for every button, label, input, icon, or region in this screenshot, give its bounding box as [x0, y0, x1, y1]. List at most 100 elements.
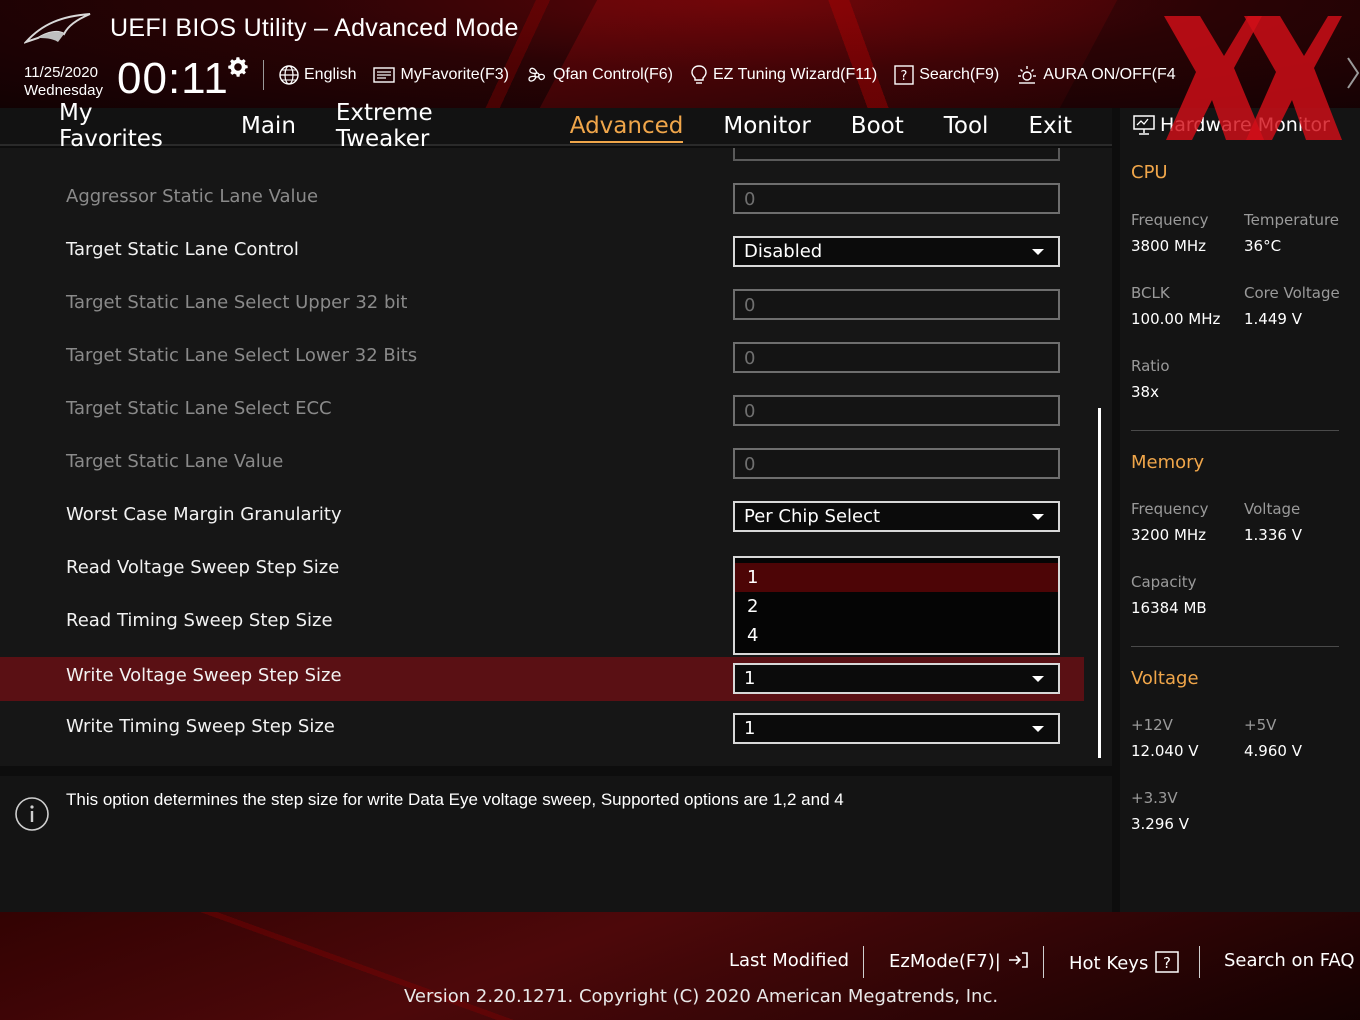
help-box-icon: ? [894, 65, 914, 85]
write-voltage-sweep-step-size-select[interactable]: 1 [733, 663, 1060, 694]
ezmode-label: EzMode(F7)| [889, 951, 1001, 972]
setting-row-target-static-lane-select-upper: Target Static Lane Select Upper 32 bit 0 [0, 281, 1084, 325]
footer-divider [1043, 946, 1044, 978]
section-divider [1131, 430, 1339, 431]
version-copyright: Version 2.20.1271. Copyright (C) 2020 Am… [404, 986, 999, 1007]
memory-frequency-label: Frequency [1131, 500, 1209, 518]
cpu-frequency-value: 3800 MHz [1131, 237, 1207, 255]
setting-label: Target Static Lane Value [66, 451, 284, 472]
aura-toggle-label: AURA ON/OFF(F4 [1043, 66, 1176, 83]
toolbar: English MyFavorite(F3) Qfan Control(F6) [278, 62, 1192, 88]
clipped-field [733, 148, 1060, 161]
setting-row-target-static-lane-value: Target Static Lane Value 0 [0, 440, 1084, 484]
setting-label: Target Static Lane Control [66, 239, 299, 260]
search-button[interactable]: ? Search(F9) [893, 64, 999, 86]
weekday-text: Wednesday [24, 82, 103, 99]
info-icon [15, 797, 49, 831]
select-value: Disabled [744, 241, 823, 262]
setting-label: Worst Case Margin Granularity [66, 504, 342, 525]
caret-down-icon [1032, 726, 1044, 732]
cpu-frequency-label: Frequency [1131, 211, 1209, 229]
language-button[interactable]: English [278, 64, 356, 86]
footer-bar: Last Modified EzMode(F7)| Hot Keys ? Sea… [0, 912, 1360, 1020]
voltage-heading: Voltage [1131, 668, 1199, 689]
lightbulb-icon [691, 65, 707, 84]
search-label: Search(F9) [919, 66, 1000, 83]
setting-label: Target Static Lane Select ECC [66, 398, 332, 419]
tab-my-favorites[interactable]: My Favorites [59, 100, 201, 152]
monitor-icon [1133, 115, 1155, 135]
myfavorite-button[interactable]: MyFavorite(F3) [372, 65, 509, 85]
dropdown-option[interactable]: 2 [735, 592, 1058, 621]
memory-voltage-value: 1.336 V [1244, 526, 1302, 544]
select-value: 1 [744, 668, 756, 689]
tab-extreme-tweaker[interactable]: Extreme Tweaker [336, 100, 530, 152]
setting-row-target-static-lane-control[interactable]: Target Static Lane Control Disabled [0, 228, 1084, 272]
setting-row-write-timing-sweep-step-size[interactable]: Write Timing Sweep Step Size 1 [0, 705, 1084, 749]
globe-icon [279, 65, 299, 85]
hardware-monitor-title: Hardware Monitor [1160, 114, 1330, 136]
search-on-faq-button[interactable]: Search on FAQ [1224, 950, 1355, 971]
field-value: 0 [744, 189, 756, 210]
fan-icon [528, 67, 545, 82]
setting-label: Read Timing Sweep Step Size [66, 610, 333, 631]
aura-toggle-button[interactable]: AURA ON/OFF(F4 [1015, 64, 1176, 86]
main-nav: My Favorites Main Extreme Tweaker Advanc… [0, 100, 1112, 152]
qfan-control-button[interactable]: Qfan Control(F6) [525, 64, 673, 86]
ratio-label: Ratio [1131, 357, 1170, 375]
v5-label: +5V [1244, 716, 1277, 734]
last-modified-button[interactable]: Last Modified [729, 950, 849, 971]
help-text: This option determines the step size for… [66, 790, 844, 809]
setting-label: Aggressor Static Lane Value [66, 186, 319, 207]
settings-scrollbar[interactable] [1098, 408, 1101, 758]
aggressor-static-lane-value-field: 0 [733, 183, 1060, 214]
setting-label: Write Voltage Sweep Step Size [66, 665, 342, 686]
cpu-heading: CPU [1131, 162, 1168, 183]
write-timing-sweep-step-size-select[interactable]: 1 [733, 713, 1060, 744]
setting-label: Read Voltage Sweep Step Size [66, 557, 340, 578]
svg-text:?: ? [901, 69, 908, 84]
setting-row-worst-case-margin-granularity[interactable]: Worst Case Margin Granularity Per Chip S… [0, 493, 1084, 537]
select-value: Per Chip Select [744, 506, 881, 527]
tab-main[interactable]: Main [241, 113, 296, 139]
svg-text:?: ? [1163, 954, 1171, 972]
field-value: 0 [744, 348, 756, 369]
page-arrow-icon[interactable] [1346, 54, 1360, 92]
setting-label: Target Static Lane Select Upper 32 bit [66, 292, 408, 313]
v5-value: 4.960 V [1244, 742, 1302, 760]
dropdown-option[interactable]: 1 [735, 563, 1058, 592]
ezmode-button[interactable]: EzMode(F7)| [889, 950, 1029, 972]
memory-voltage-label: Voltage [1244, 500, 1301, 518]
myfavorite-label: MyFavorite(F3) [400, 66, 509, 83]
ez-tuning-wizard-button[interactable]: EZ Tuning Wizard(F11) [689, 64, 877, 86]
target-static-lane-select-lower-field: 0 [733, 342, 1060, 373]
settings-panel: Aggressor Static Lane Value 0 Target Sta… [0, 148, 1112, 766]
tab-boot[interactable]: Boot [851, 113, 904, 139]
dropdown-option[interactable]: 4 [735, 621, 1058, 650]
gear-icon[interactable] [225, 54, 251, 80]
date-text: 11/25/2020 [24, 64, 98, 81]
tab-monitor[interactable]: Monitor [723, 113, 810, 139]
cpu-temperature-value: 36°C [1244, 237, 1282, 255]
tab-exit[interactable]: Exit [1028, 113, 1072, 139]
field-value: 0 [744, 454, 756, 475]
hot-keys-button[interactable]: Hot Keys ? [1069, 950, 1180, 974]
setting-label: Write Timing Sweep Step Size [66, 716, 335, 737]
tab-advanced[interactable]: Advanced [569, 113, 683, 143]
field-value: 0 [744, 401, 756, 422]
cpu-temperature-label: Temperature [1244, 211, 1340, 229]
bclk-label: BCLK [1131, 284, 1170, 302]
setting-row-write-voltage-sweep-step-size[interactable]: Write Voltage Sweep Step Size 1 [0, 657, 1084, 701]
v12-value: 12.040 V [1131, 742, 1199, 760]
rog-logo-icon [24, 13, 91, 44]
capacity-value: 16384 MB [1131, 599, 1207, 617]
worst-case-margin-granularity-select[interactable]: Per Chip Select [733, 501, 1060, 532]
setting-row-aggressor-static-lane-value: Aggressor Static Lane Value 0 [0, 175, 1084, 219]
step-size-dropdown-list: 1 2 4 [733, 556, 1060, 655]
ratio-value: 38x [1131, 383, 1159, 401]
memory-heading: Memory [1131, 452, 1205, 473]
target-static-lane-control-select[interactable]: Disabled [733, 236, 1060, 267]
help-info-panel: This option determines the step size for… [0, 776, 1112, 912]
tab-tool[interactable]: Tool [944, 113, 989, 139]
header-divider [263, 60, 264, 90]
